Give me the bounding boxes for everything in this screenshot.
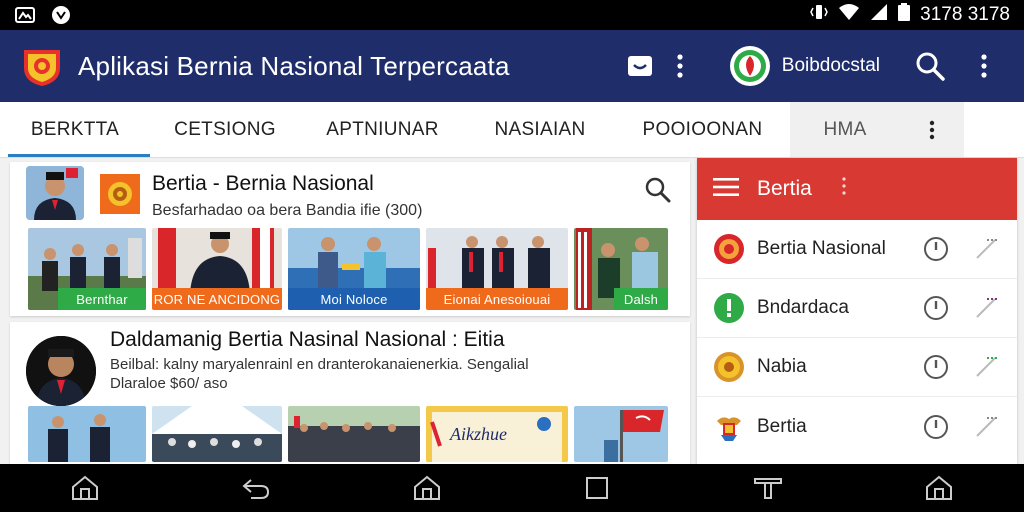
card-title: Bertia - Bernia Nasional [152, 172, 374, 195]
tab-berktta[interactable]: BERKTTA [0, 102, 150, 157]
card-text-line2: Dlaraloe $60/ aso [110, 375, 228, 392]
tab-cetsiong[interactable]: CETSIONG [150, 102, 300, 157]
photo-label: Moi Noloce [288, 288, 420, 310]
panel-item-label: Nabia [757, 356, 807, 377]
status-time: 3178 3178 [920, 4, 1010, 25]
clock-icon[interactable] [923, 236, 949, 262]
more-vert-icon[interactable] [660, 46, 700, 86]
photo-label: Dalsh [614, 288, 668, 310]
news-photo[interactable]: Eionai Anesoiouai [426, 228, 568, 310]
news-photo[interactable]: ROR NE ANCIDONG [152, 228, 282, 310]
panel-item-label: Bndardaca [757, 297, 849, 318]
news-photo[interactable]: Moi Noloce [288, 228, 420, 310]
tab-pooioonan[interactable]: POOIOONAN [615, 102, 790, 157]
garuda-icon [713, 411, 745, 443]
news-photo[interactable] [28, 406, 146, 462]
news-photo[interactable]: Dalsh [574, 228, 668, 310]
emblem-red-icon [713, 233, 745, 265]
message-icon[interactable] [620, 46, 660, 86]
account-chip[interactable]: Boibdocstal [729, 46, 880, 86]
news-photo[interactable] [574, 406, 668, 462]
photo-caption: Aikzhue [450, 424, 507, 444]
notification-icon [14, 6, 36, 24]
tab-bar: BERKTTA CETSIONG APTNIUNAR NASIAIAN POOI… [0, 102, 1024, 158]
back-icon[interactable] [236, 468, 276, 508]
edit-icon[interactable] [971, 234, 1001, 264]
emblem-icon [100, 174, 140, 214]
logo-icon [20, 44, 64, 88]
signal-icon [870, 3, 888, 27]
wifi-icon [838, 3, 860, 27]
recents-icon[interactable] [577, 468, 617, 508]
clock-icon[interactable] [923, 354, 949, 380]
panel-header: Bertia [697, 158, 1017, 220]
search-icon[interactable] [910, 46, 950, 86]
card-subtitle: Besfarhadao oa bera Bandia ifie (300) [152, 202, 423, 219]
card-title: Daldamanig Bertia Nasinal Nasional : Eit… [110, 328, 505, 351]
hamburger-icon[interactable] [713, 177, 739, 202]
photo-label: Eionai Anesoiouai [426, 288, 568, 310]
tab-hma[interactable]: HMA [790, 102, 900, 157]
info-green-icon [713, 292, 745, 324]
tab-aptniunar[interactable]: APTNIUNAR [300, 102, 465, 157]
news-photo[interactable]: Bernthar [28, 228, 146, 310]
battery-icon [898, 3, 911, 27]
status-bar: 3178 3178 [0, 0, 1024, 30]
account-avatar[interactable] [729, 46, 770, 86]
news-photo[interactable] [152, 406, 282, 462]
panel-item-nabia[interactable]: Nabia [697, 338, 1017, 397]
system-nav-bar [0, 464, 1024, 512]
news-card-national[interactable]: Bertia - Bernia Nasional Besfarhadao oa … [10, 162, 690, 316]
search-icon[interactable] [644, 176, 674, 206]
panel-item-bertia-nasional[interactable]: Bertia Nasional [697, 220, 1017, 279]
menu-icon[interactable] [748, 468, 788, 508]
home-icon[interactable] [65, 468, 105, 508]
card-text-line1: Beilbal: kalny maryalenrainl en drantero… [110, 356, 529, 373]
app-screen: 3178 3178 Aplikasi Bernia Nasional Terpe… [0, 0, 1024, 512]
home-icon[interactable] [407, 468, 447, 508]
vibrate-icon [810, 3, 829, 27]
overflow-icon[interactable] [964, 46, 1004, 86]
account-name: Boibdocstal [781, 55, 880, 76]
person-thumbnail [26, 166, 84, 220]
tabs-more-icon[interactable] [900, 102, 964, 157]
edit-icon[interactable] [971, 352, 1001, 382]
app-title: Aplikasi Bernia Nasional Terpercaata [78, 50, 510, 81]
app-bar: Aplikasi Bernia Nasional Terpercaata Boi… [0, 30, 1024, 102]
panel-title: Bertia [757, 177, 812, 200]
panel-item-label: Bertia Nasional [757, 238, 886, 259]
side-panel: Bertia Bertia Nasional Bndardaca Nabia B… [697, 158, 1017, 464]
photo-label: Bernthar [58, 288, 146, 310]
emblem-gold-icon [713, 351, 745, 383]
panel-item-bndardaca[interactable]: Bndardaca [697, 279, 1017, 338]
news-photo[interactable]: Aikzhue [426, 406, 568, 462]
news-photo[interactable] [288, 406, 420, 462]
home-outline-icon[interactable] [919, 468, 959, 508]
tab-nasiaian[interactable]: NASIAIAN [465, 102, 615, 157]
edit-icon[interactable] [971, 412, 1001, 442]
panel-item-bertia[interactable]: Bertia [697, 397, 1017, 456]
more-vert-icon[interactable] [842, 177, 846, 201]
clock-icon[interactable] [923, 414, 949, 440]
panel-item-label: Bertia [757, 415, 807, 437]
avatar [26, 336, 96, 406]
photo-label: ROR NE ANCIDONG [152, 288, 282, 310]
clock-icon[interactable] [923, 295, 949, 321]
edit-icon[interactable] [971, 293, 1001, 323]
app-icon [50, 6, 72, 24]
news-card-feature[interactable]: Daldamanig Bertia Nasinal Nasional : Eit… [10, 322, 690, 472]
